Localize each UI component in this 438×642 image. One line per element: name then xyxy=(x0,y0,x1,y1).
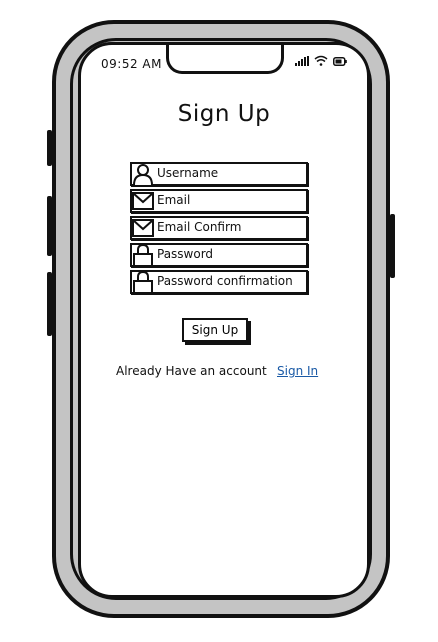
mute-switch xyxy=(47,272,52,336)
page-title: Sign Up xyxy=(177,101,271,127)
password-label: Password xyxy=(157,247,214,261)
password-field[interactable]: Password xyxy=(130,243,308,267)
password-confirmation-label: Password confirmation xyxy=(157,274,293,288)
lock-icon xyxy=(133,271,153,293)
status-time: 09:52 AM xyxy=(101,57,162,71)
wifi-icon xyxy=(314,55,328,66)
email-field[interactable]: Email xyxy=(130,189,308,213)
power-button xyxy=(390,214,395,278)
email-confirm-label: Email Confirm xyxy=(157,220,242,234)
already-account-text: Already Have an account xyxy=(116,364,267,378)
signal-icon xyxy=(295,56,309,66)
user-icon xyxy=(133,164,153,185)
phone-screen: 09:52 AM Sign Up Username Email Email Co… xyxy=(78,42,370,598)
email-confirm-field[interactable]: Email Confirm xyxy=(130,216,308,240)
volume-down-button xyxy=(47,196,52,256)
email-label: Email xyxy=(157,193,191,207)
envelope-icon xyxy=(132,219,154,237)
status-icons xyxy=(295,55,347,66)
lock-icon xyxy=(133,244,153,266)
battery-icon xyxy=(333,57,347,66)
username-field[interactable]: Username xyxy=(130,162,308,186)
volume-up-button xyxy=(47,130,52,166)
notch xyxy=(166,45,284,74)
signup-form: Username Email Email Confirm Password Pa… xyxy=(130,162,308,297)
envelope-icon xyxy=(132,192,154,210)
password-confirmation-field[interactable]: Password confirmation xyxy=(130,270,308,294)
username-label: Username xyxy=(157,166,219,180)
sign-in-link[interactable]: Sign In xyxy=(277,364,318,378)
sign-up-button[interactable]: Sign Up xyxy=(182,318,248,342)
